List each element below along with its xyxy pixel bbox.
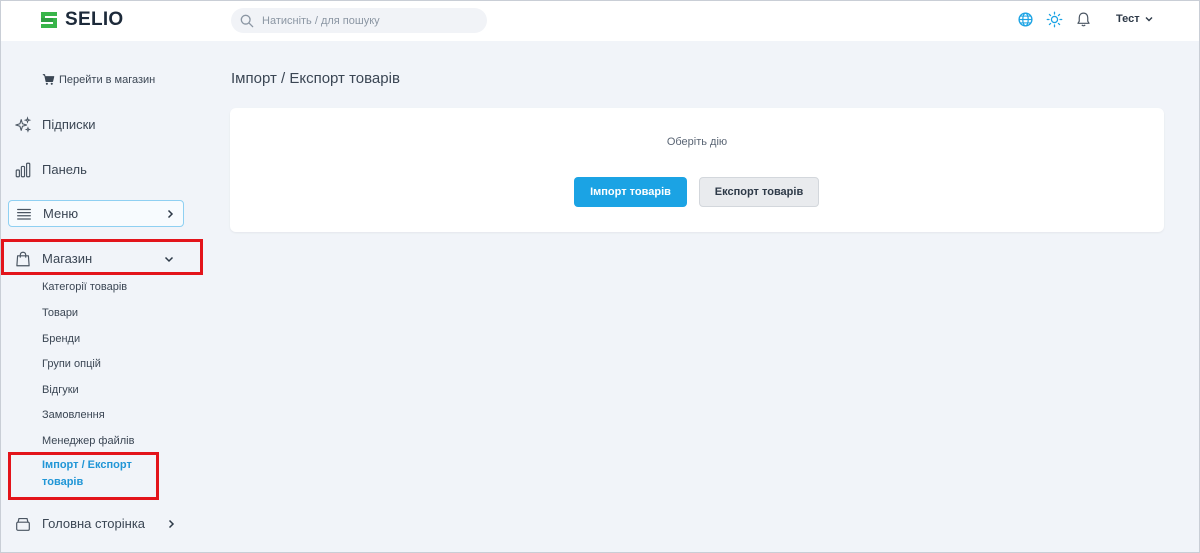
- user-name: Тест: [1116, 13, 1140, 25]
- sidebar-subitem-option-groups[interactable]: Групи опцій: [42, 358, 101, 370]
- top-icons: [1017, 11, 1092, 28]
- highlight-box-shop: [1, 239, 203, 275]
- bell-icon[interactable]: [1075, 11, 1092, 28]
- search-icon: [240, 14, 254, 27]
- search-input[interactable]: [262, 14, 472, 27]
- sidebar-item-label: Панель: [42, 162, 87, 177]
- sidebar-item-label: Меню: [43, 206, 79, 221]
- globe-icon[interactable]: [1017, 11, 1034, 28]
- sidebar-item-label: Головна сторінка: [42, 516, 146, 531]
- goto-shop-label: Перейти в магазин: [59, 73, 156, 86]
- logo[interactable]: SELIO: [39, 9, 124, 31]
- action-card: Оберіть дію Імпорт товарів Експорт товар…: [230, 108, 1164, 232]
- sidebar-item-panel[interactable]: Панель: [8, 156, 184, 183]
- top-bar: SELIO Тест: [1, 1, 1199, 41]
- sidebar-subitem-file-manager[interactable]: Менеджер файлів: [42, 435, 134, 447]
- bar-chart-icon: [13, 160, 33, 180]
- sidebar-subitem-orders[interactable]: Замовлення: [42, 409, 105, 421]
- highlight-box-import-export: [8, 452, 159, 500]
- chevron-right-icon: [167, 209, 174, 218]
- export-products-button[interactable]: Експорт товарів: [699, 177, 819, 207]
- chevron-down-icon: [1145, 17, 1153, 22]
- sun-icon[interactable]: [1046, 11, 1063, 28]
- cart-icon: [42, 74, 55, 85]
- logo-text: SELIO: [65, 9, 124, 30]
- sidebar-item-subscriptions[interactable]: Підписки: [8, 111, 184, 138]
- sidebar-item-label: Підписки: [42, 117, 96, 132]
- card-caption: Оберіть дію: [666, 136, 728, 148]
- import-products-button[interactable]: Імпорт товарів: [574, 177, 687, 207]
- logo-mark-icon: [41, 12, 57, 28]
- list-icon: [14, 204, 34, 224]
- sidebar-item-home-page[interactable]: Головна сторінка: [8, 510, 184, 537]
- page-title: Імпорт / Експорт товарів: [231, 70, 400, 87]
- sidebar-subitem-categories[interactable]: Категорії товарів: [42, 281, 127, 293]
- box-icon: [13, 514, 33, 534]
- sidebar-subitem-brands[interactable]: Бренди: [42, 333, 80, 345]
- sidebar-subitem-products[interactable]: Товари: [42, 307, 78, 319]
- sidebar-item-menu[interactable]: Меню: [8, 200, 184, 227]
- user-menu[interactable]: Тест: [1116, 13, 1154, 25]
- chevron-right-icon: [168, 519, 175, 528]
- search-box[interactable]: [231, 8, 487, 33]
- goto-shop-link[interactable]: Перейти в магазин: [42, 73, 155, 86]
- sparkles-icon: [13, 115, 33, 135]
- sidebar-subitem-reviews[interactable]: Відгуки: [42, 384, 79, 396]
